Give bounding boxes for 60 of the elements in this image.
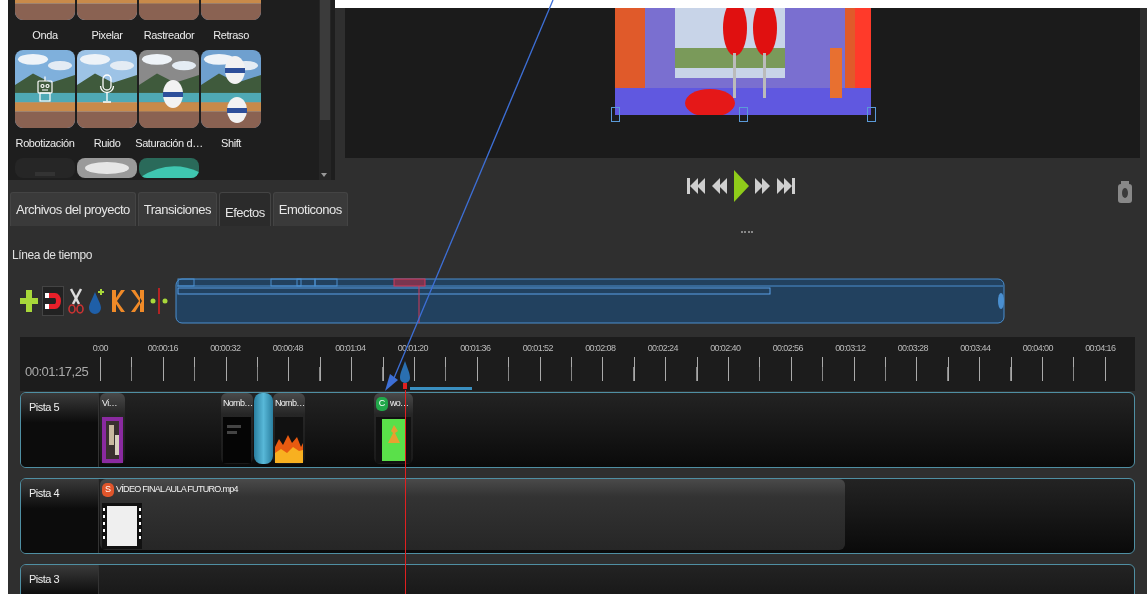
timeline-title: Línea de tiempo: [11, 247, 94, 264]
ruler-label: 00:00:32: [209, 342, 242, 355]
snap-button[interactable]: [42, 286, 64, 316]
add-marker-button[interactable]: [88, 288, 106, 314]
ruler-label: 00:02:08: [584, 342, 617, 355]
previous-marker-button[interactable]: [110, 288, 126, 314]
transition-clip[interactable]: [254, 393, 273, 464]
track-name: Pista 5: [29, 400, 61, 415]
video-clip[interactable]: S VÍDEO FINAL AULA FUTURO.mp4: [100, 479, 845, 550]
effect-label: Ruido: [93, 136, 121, 151]
razor-button[interactable]: [68, 288, 84, 314]
resize-handle[interactable]: [738, 107, 748, 122]
ruler-label: 00:00:48: [271, 342, 304, 355]
clip-badge: C: [376, 397, 388, 411]
ruler-label: 00:04:00: [1021, 342, 1054, 355]
ruler-label: 00:00:16: [146, 342, 179, 355]
effect-label: Retraso: [213, 28, 249, 43]
playhead-marker[interactable]: [399, 361, 411, 389]
clip-badge: S: [102, 483, 114, 497]
microphone-icon: [99, 74, 115, 104]
track-name: Pista 3: [29, 572, 61, 587]
ruler-label: 00:03:12: [834, 342, 867, 355]
play-icon[interactable]: [732, 168, 750, 203]
effect-label: Rastreador: [143, 28, 195, 43]
panel-tab[interactable]: Archivos del proyecto: [10, 192, 136, 226]
clip-title: VÍDEO FINAL AULA FUTURO.mp4: [116, 483, 238, 497]
clip-title: Nomb…: [275, 397, 305, 411]
ruler-label: 00:02:40: [709, 342, 742, 355]
effect-label: Pixelar: [91, 28, 123, 43]
ruler-label: 00:03:44: [959, 342, 992, 355]
ruler-label: 00:01:52: [521, 342, 554, 355]
effect-label: Robotización: [15, 136, 75, 151]
selection-bar: [410, 387, 472, 390]
scrollbar[interactable]: [319, 0, 331, 180]
clip-title: Nomb…: [223, 397, 253, 411]
video-clip[interactable]: Vi…: [100, 393, 125, 464]
effect-label: Onda: [32, 28, 58, 43]
ruler-label: 00:02:56: [771, 342, 804, 355]
ruler-label: 00:01:36: [459, 342, 492, 355]
panel-tab[interactable]: Emoticonos: [272, 192, 348, 226]
resize-handle[interactable]: [610, 107, 620, 122]
ruler-label: 00:02:24: [646, 342, 679, 355]
center-playhead-button[interactable]: [150, 288, 168, 314]
ruler-label: 00:04:16: [1084, 342, 1117, 355]
panel-tab[interactable]: Efectos: [219, 192, 271, 226]
robot-icon: [36, 76, 54, 102]
track-name: Pista 4: [29, 486, 61, 501]
ruler-label: 00:01:04: [334, 342, 367, 355]
panel-tab[interactable]: Transiciones: [137, 192, 217, 226]
ruler-label: 0:00: [91, 342, 109, 355]
clip-title: Vi…: [102, 397, 117, 411]
resize-handle[interactable]: [866, 107, 876, 122]
ruler-label: 00:03:28: [896, 342, 929, 355]
effect-label: Shift: [221, 136, 241, 151]
video-clip[interactable]: Nomb…: [221, 393, 253, 464]
effect-label: Saturación d…: [135, 136, 203, 151]
video-clip[interactable]: Nomb…: [273, 393, 305, 464]
add-track-button[interactable]: [20, 289, 38, 313]
camera-icon[interactable]: [1117, 180, 1133, 204]
next-marker-button[interactable]: [130, 288, 146, 314]
